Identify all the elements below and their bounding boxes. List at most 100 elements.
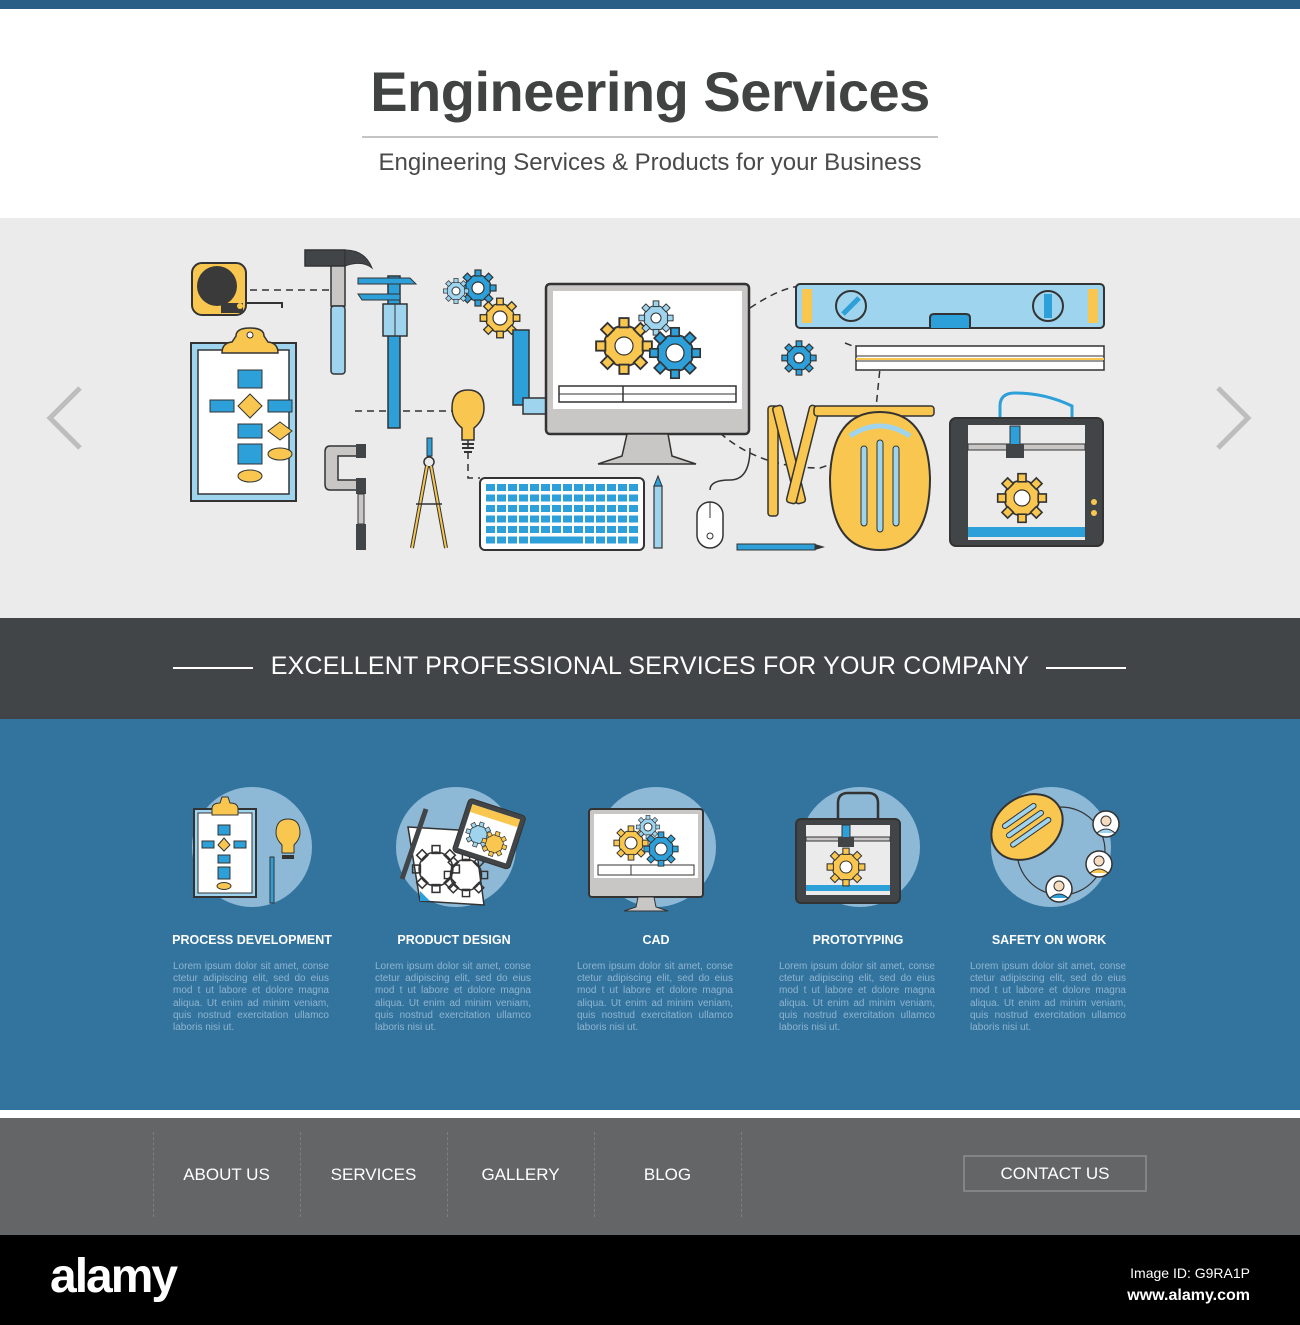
hard-hat-icon: [828, 410, 932, 552]
clipboard-flowchart-icon: [190, 327, 297, 502]
nav-gallery[interactable]: GALLERY: [447, 1132, 594, 1217]
computer-gears-icon: [588, 787, 716, 912]
tagline-right-line: [1046, 667, 1126, 669]
keyboard-key: [585, 505, 594, 512]
keyboard-key: [629, 536, 638, 544]
keyboard-key: [629, 494, 638, 502]
keyboard-key: [508, 536, 517, 544]
keyboard-key: [486, 536, 495, 544]
keyboard-key: [497, 494, 506, 502]
caliper-icon: [357, 275, 418, 429]
mouse-icon: [696, 447, 751, 549]
keyboard-key: [541, 526, 550, 533]
keyboard-key: [563, 505, 572, 512]
keyboard-key: [497, 484, 506, 491]
keyboard-key: [607, 536, 616, 544]
service-name: SAFETY ON WORK: [991, 933, 1107, 947]
keyboard-key: [574, 505, 583, 512]
keyboard-key: [486, 494, 495, 502]
keyboard-key: [618, 494, 627, 502]
keyboard-key: [541, 494, 550, 502]
keyboard-key: [519, 484, 528, 491]
keyboard-key: [552, 494, 561, 502]
keyboard-key: [508, 526, 517, 533]
hammer-icon: [304, 249, 374, 375]
service-description: Lorem ipsum dolor sit amet, conse ctetur…: [970, 961, 1126, 1034]
service-name: PROCESS DEVELOPMENT: [172, 933, 332, 947]
tape-measure-icon: [191, 262, 283, 316]
keyboard-key: [574, 526, 583, 533]
title-divider: [362, 136, 938, 138]
keyboard-key: [596, 494, 605, 502]
keyboard-icon: [479, 477, 645, 551]
nav-blog[interactable]: BLOG: [594, 1132, 741, 1217]
keyboard-key: [607, 484, 616, 491]
keyboard-key: [552, 505, 561, 512]
keyboard-key: [574, 484, 583, 491]
keyboard-key: [574, 494, 583, 502]
keyboard-key: [618, 505, 627, 512]
keyboard-key: [486, 526, 495, 533]
keyboard-key: [530, 484, 539, 491]
keyboard-key: [629, 515, 638, 523]
keyboard-key: [541, 484, 550, 491]
keyboard-key: [607, 505, 616, 512]
keyboard-key: [508, 484, 517, 491]
keyboard-key: [486, 484, 495, 491]
keyboard-key: [519, 526, 528, 533]
keyboard-key: [497, 515, 506, 523]
service-description: Lorem ipsum dolor sit amet, conse ctetur…: [779, 961, 935, 1034]
blueprint-tablet-icon: [396, 787, 526, 907]
nav-about-us[interactable]: ABOUT US: [153, 1132, 300, 1217]
keyboard-key: [563, 515, 572, 523]
keyboard-key: [596, 505, 605, 512]
keyboard-key: [552, 515, 561, 523]
keyboard-key: [607, 494, 616, 502]
hard-hat-team-icon: [990, 787, 1120, 907]
keyboard-key: [563, 526, 572, 533]
services-section: PROCESS DEVELOPMENT Lorem ipsum dolor si…: [0, 719, 1300, 1110]
keyboard-key: [519, 505, 528, 512]
service-name: CAD: [642, 933, 670, 947]
keyboard-key: [541, 515, 550, 523]
keyboard-spacebar: [530, 536, 583, 544]
service-name: PRODUCT DESIGN: [397, 933, 511, 947]
section-separator: [0, 1110, 1300, 1118]
nav-services[interactable]: SERVICES: [300, 1132, 447, 1217]
nav-divider: [741, 1132, 742, 1217]
keyboard-key: [530, 494, 539, 502]
tagline-band: EXCELLENT PROFESSIONAL SERVICES FOR YOUR…: [0, 618, 1300, 719]
keyboard-key: [497, 505, 506, 512]
3d-printer-icon: [795, 787, 920, 907]
keyboard-key: [563, 494, 572, 502]
watermark-image-id: Image ID: G9RA1P: [1130, 1265, 1250, 1281]
keyboard-key: [486, 505, 495, 512]
service-description: Lorem ipsum dolor sit amet, conse ctetur…: [577, 961, 733, 1034]
watermark-bar: alamy Image ID: G9RA1P www.alamy.com: [0, 1235, 1300, 1325]
keyboard-key: [629, 505, 638, 512]
keyboard-key: [585, 536, 594, 544]
keyboard-key: [530, 526, 539, 533]
hero-slider: [0, 218, 1300, 618]
keyboard-key: [552, 484, 561, 491]
keyboard-key: [486, 515, 495, 523]
keyboard-key: [508, 515, 517, 523]
page-header: Engineering Services Engineering Service…: [0, 9, 1300, 218]
keyboard-key: [629, 484, 638, 491]
keyboard-key: [596, 484, 605, 491]
drawing-compass-icon: [410, 437, 448, 549]
keyboard-key: [618, 536, 627, 544]
keyboard-key: [596, 536, 605, 544]
keyboard-key: [497, 536, 506, 544]
keyboard-key: [618, 515, 627, 523]
keyboard-key: [629, 526, 638, 533]
keyboard-key: [618, 484, 627, 491]
service-description: Lorem ipsum dolor sit amet, conse ctetur…: [375, 961, 531, 1034]
keyboard-key: [585, 515, 594, 523]
keyboard-key: [618, 526, 627, 533]
keyboard-key: [574, 515, 583, 523]
c-clamp-icon: [324, 444, 366, 550]
keyboard-key: [508, 494, 517, 502]
page-title: Engineering Services: [370, 60, 930, 123]
contact-us-button[interactable]: CONTACT US: [963, 1155, 1147, 1192]
